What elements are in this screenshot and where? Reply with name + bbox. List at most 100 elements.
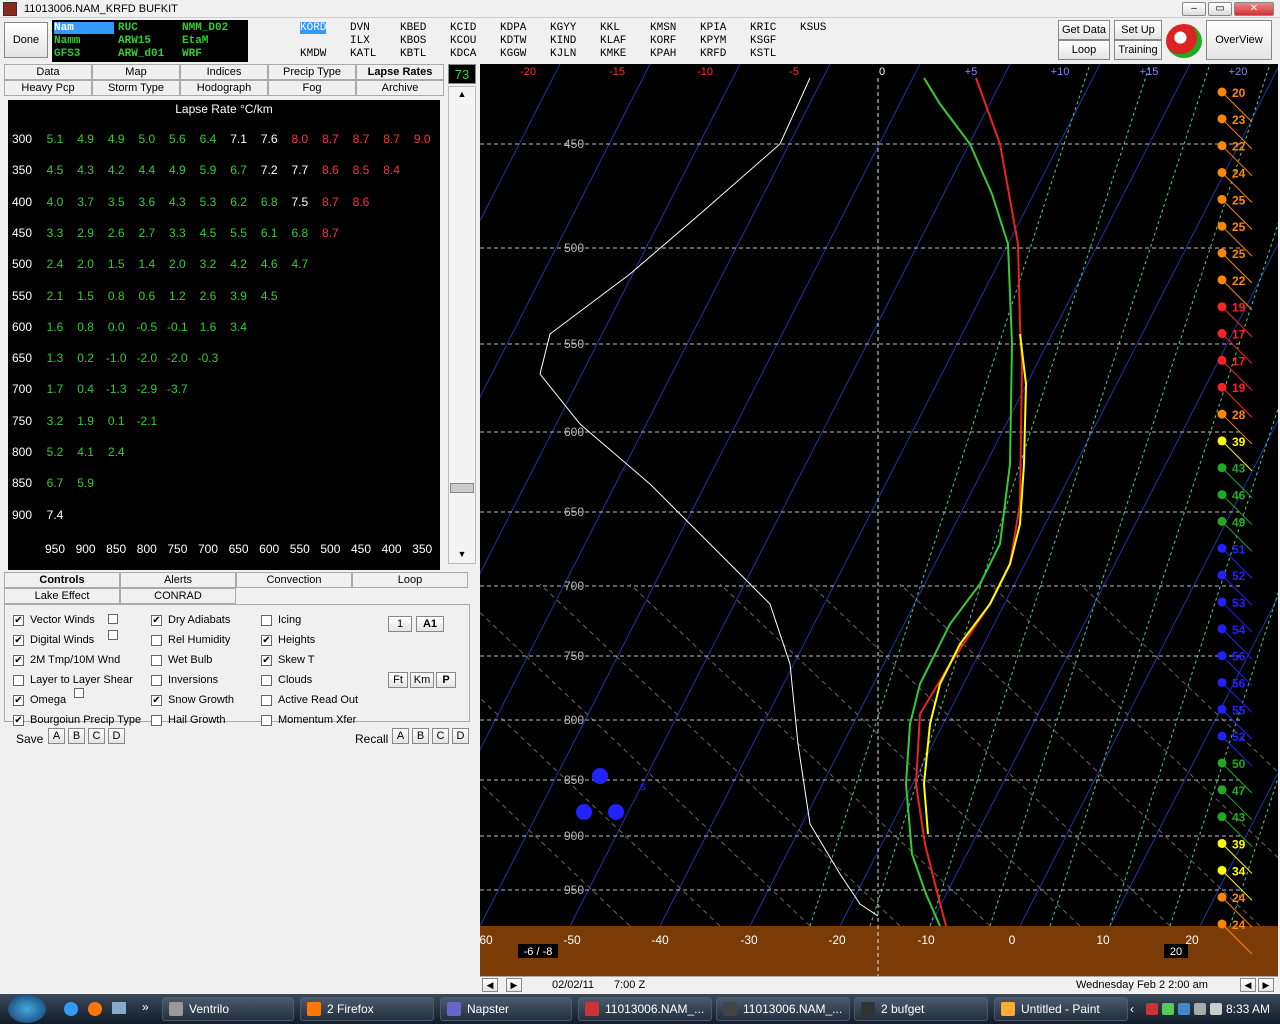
checkbox-icon[interactable] bbox=[261, 674, 272, 686]
overview-button[interactable]: OverView bbox=[1206, 20, 1272, 60]
station-item[interactable]: KPIA bbox=[700, 22, 726, 34]
prev-time-icon[interactable]: ◀ bbox=[482, 978, 498, 992]
scroll-thumb[interactable] bbox=[450, 483, 474, 493]
tab-item[interactable]: Archive bbox=[356, 80, 444, 96]
station-item[interactable]: KBOS bbox=[400, 35, 426, 47]
option-checkbox[interactable]: ✔ Omega bbox=[13, 694, 66, 706]
model-item[interactable]: NMM_D02 bbox=[182, 22, 228, 34]
station-item[interactable]: KATL bbox=[350, 48, 376, 60]
station-item[interactable]: KBED bbox=[400, 22, 426, 34]
taskbar-item[interactable]: Napster bbox=[440, 997, 572, 1021]
taskbar-item[interactable]: 11013006.NAM_... bbox=[578, 997, 712, 1021]
set-up-button[interactable]: Set Up bbox=[1114, 20, 1162, 40]
tab-item[interactable]: Storm Type bbox=[92, 80, 180, 96]
checkbox-icon[interactable] bbox=[151, 714, 162, 726]
station-item[interactable]: KKL bbox=[600, 22, 620, 34]
model-list[interactable]: Nam RUC NMM_D02 Namm ARW15 EtaM GFS3 ARW_d01 WRF bbox=[52, 20, 248, 62]
tab-item[interactable]: Lapse Rates bbox=[356, 64, 444, 80]
checkbox-icon[interactable]: ✔ bbox=[261, 654, 272, 666]
model-item[interactable]: EtaM bbox=[182, 35, 208, 47]
option-checkbox[interactable]: Active Read Out bbox=[261, 694, 358, 706]
station-item[interactable]: DVN bbox=[350, 22, 370, 34]
checkbox-icon[interactable]: ✔ bbox=[13, 694, 24, 706]
checkbox-icon[interactable] bbox=[13, 674, 24, 686]
checkbox-icon[interactable] bbox=[151, 634, 162, 646]
firefox-quicklaunch-icon[interactable] bbox=[88, 1002, 102, 1016]
tray-app-icon[interactable] bbox=[1146, 1003, 1158, 1015]
station-item[interactable]: KPAH bbox=[650, 48, 676, 60]
unit-button[interactable]: A1 bbox=[416, 616, 444, 632]
show-desktop-icon[interactable] bbox=[112, 1002, 126, 1014]
option-checkbox[interactable]: Inversions bbox=[151, 674, 218, 686]
tray-expand-icon[interactable]: ‹ bbox=[1130, 1002, 1134, 1016]
slot-button[interactable]: B bbox=[412, 728, 429, 744]
tray-shield-icon[interactable] bbox=[1162, 1003, 1174, 1015]
checkbox-icon[interactable] bbox=[151, 654, 162, 666]
checkbox-icon[interactable]: ✔ bbox=[13, 654, 24, 666]
checkbox-icon[interactable] bbox=[261, 714, 272, 726]
tab-item[interactable]: Heavy Pcp bbox=[4, 80, 92, 96]
option-checkbox[interactable]: ✔ Dry Adiabats bbox=[151, 614, 230, 626]
control-tab[interactable]: Controls bbox=[4, 572, 120, 588]
tab-item[interactable]: Hodograph bbox=[180, 80, 268, 96]
tray-misc-icon[interactable] bbox=[1210, 1003, 1222, 1015]
station-item[interactable]: KLAF bbox=[600, 35, 626, 47]
unit-button[interactable]: P bbox=[436, 672, 456, 688]
model-item[interactable]: RUC bbox=[118, 22, 138, 34]
control-tab[interactable]: Convection bbox=[236, 572, 352, 588]
skew-t-panel[interactable]: 450 500 550 600 650 700 750 800 850 900 950 -20 -15-… bbox=[480, 64, 1278, 976]
station-item[interactable]: KDPA bbox=[500, 22, 526, 34]
tab-item[interactable]: Indices bbox=[180, 64, 268, 80]
start-button-icon[interactable] bbox=[8, 995, 46, 1023]
option-checkbox[interactable]: ✔ Snow Growth bbox=[151, 694, 234, 706]
done-button[interactable]: Done bbox=[4, 22, 48, 58]
checkbox-icon[interactable]: ✔ bbox=[13, 634, 24, 646]
slot-button[interactable]: C bbox=[88, 728, 105, 744]
control-tab[interactable]: CONRAD bbox=[120, 588, 236, 604]
unit-button[interactable]: 1 bbox=[388, 616, 412, 632]
option-checkbox[interactable]: ✔ Heights bbox=[261, 634, 315, 646]
option-checkbox[interactable]: Icing bbox=[261, 614, 301, 626]
model-item[interactable]: ARW_d01 bbox=[118, 48, 164, 60]
station-item[interactable]: KMKE bbox=[600, 48, 626, 60]
station-item[interactable]: KGGW bbox=[500, 48, 526, 60]
ie-icon[interactable] bbox=[64, 1002, 78, 1016]
taskbar-item[interactable]: 11013006.NAM_... bbox=[716, 997, 850, 1021]
tab-item[interactable]: Precip Type bbox=[268, 64, 356, 80]
skew-t-diagram[interactable]: 450500550600650700750800850900950-20 -15-… bbox=[480, 64, 1278, 976]
station-item[interactable]: KMSN bbox=[650, 22, 676, 34]
station-item[interactable]: KCID bbox=[450, 22, 476, 34]
network-icon[interactable] bbox=[1178, 1003, 1190, 1015]
quicklaunch-more-icon[interactable]: » bbox=[142, 1000, 149, 1014]
station-item[interactable]: KPYM bbox=[700, 35, 726, 47]
station-item[interactable]: KDTW bbox=[500, 35, 526, 47]
next-time-icon[interactable]: ▶ bbox=[506, 978, 522, 992]
taskbar-item[interactable]: 2 Firefox bbox=[300, 997, 434, 1021]
checkbox-icon[interactable]: ✔ bbox=[151, 694, 162, 706]
model-item[interactable]: Namm bbox=[54, 35, 80, 47]
model-item[interactable]: ARW15 bbox=[118, 35, 151, 47]
tab-item[interactable]: Map bbox=[92, 64, 180, 80]
model-item[interactable]: GFS3 bbox=[54, 48, 80, 60]
option-checkbox[interactable]: Hail Growth bbox=[151, 714, 225, 726]
unit-button[interactable]: Km bbox=[410, 672, 434, 688]
taskbar-item[interactable]: Ventrilo bbox=[162, 997, 294, 1021]
checkbox-icon[interactable]: ✔ bbox=[13, 714, 24, 726]
station-item[interactable]: ILX bbox=[350, 35, 370, 47]
option-checkbox[interactable]: ✔ Bourgoiun Precip Type bbox=[13, 714, 141, 726]
maximize-button[interactable]: ▭ bbox=[1208, 2, 1232, 16]
checkbox-icon[interactable]: ✔ bbox=[13, 614, 24, 626]
slot-button[interactable]: A bbox=[48, 728, 65, 744]
unit-button[interactable]: Ft bbox=[388, 672, 408, 688]
station-item[interactable]: KSGF bbox=[750, 35, 776, 47]
option-checkbox[interactable]: ✔ Vector Winds bbox=[13, 614, 95, 626]
slot-button[interactable]: A bbox=[392, 728, 409, 744]
omega-extra-box[interactable] bbox=[74, 688, 84, 698]
station-item[interactable]: KGYY bbox=[550, 22, 576, 34]
close-button[interactable]: ✕ bbox=[1234, 2, 1274, 16]
station-item[interactable]: KMDW bbox=[300, 48, 326, 60]
option-checkbox[interactable]: ✔ 2M Tmp/10M Wnd bbox=[13, 654, 120, 666]
option-checkbox[interactable]: ✔ Skew T bbox=[261, 654, 314, 666]
option-checkbox[interactable]: Clouds bbox=[261, 674, 312, 686]
get-data-button[interactable]: Get Data bbox=[1058, 20, 1110, 40]
